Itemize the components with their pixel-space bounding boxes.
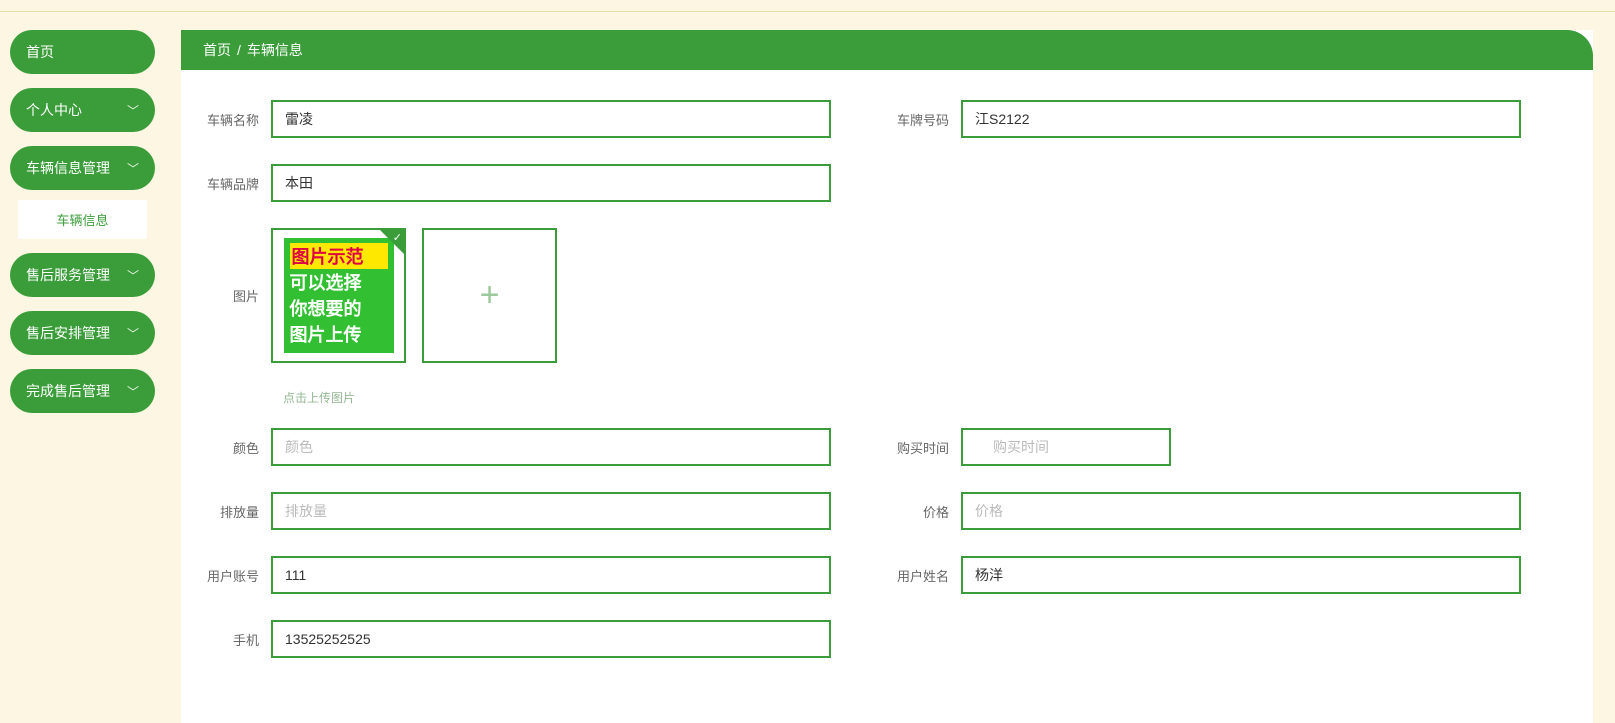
image-upload-add[interactable]: + — [422, 228, 557, 363]
nav-label: 售后安排管理 — [26, 323, 110, 343]
nav-home[interactable]: 首页 — [10, 30, 155, 74]
nav-sub-vehicle-info[interactable]: 车辆信息 — [18, 200, 147, 239]
label-color: 颜色 — [191, 438, 271, 457]
nav-aftersales-service-mgmt[interactable]: 售后服务管理 ﹀ — [10, 253, 155, 297]
nav-label: 车辆信息管理 — [26, 158, 110, 178]
phone-input[interactable] — [271, 620, 831, 658]
brand-input[interactable] — [271, 164, 831, 202]
image-thumbnail[interactable]: 图片示范 可以选择 你想要的 图片上传 — [271, 228, 406, 363]
nav-label: 售后服务管理 — [26, 265, 110, 285]
plus-icon: + — [480, 276, 500, 315]
label-brand: 车辆品牌 — [191, 174, 271, 193]
form: 车辆名称 车牌号码 车辆品牌 图片 — [181, 70, 1593, 694]
user-account-input[interactable] — [271, 556, 831, 594]
chevron-down-icon: ﹀ — [127, 160, 139, 177]
nav-personal-center[interactable]: 个人中心 ﹀ — [10, 88, 155, 132]
nav-vehicle-info-mgmt[interactable]: 车辆信息管理 ﹀ — [10, 146, 155, 190]
color-input[interactable] — [271, 428, 831, 466]
label-emission: 排放量 — [191, 502, 271, 521]
chevron-down-icon: ﹀ — [127, 267, 139, 284]
nav-label: 完成售后管理 — [26, 381, 110, 401]
label-user-name: 用户姓名 — [881, 566, 961, 585]
nav-aftersales-arrange-mgmt[interactable]: 售后安排管理 ﹀ — [10, 311, 155, 355]
breadcrumb-current: 车辆信息 — [247, 40, 303, 60]
label-price: 价格 — [881, 502, 961, 521]
plate-no-input[interactable] — [961, 100, 1521, 138]
label-plate-no: 车牌号码 — [881, 110, 961, 129]
label-user-account: 用户账号 — [191, 566, 271, 585]
nav-label: 个人中心 — [26, 100, 82, 120]
price-input[interactable] — [961, 492, 1521, 530]
nav-finish-aftersales-mgmt[interactable]: 完成售后管理 ﹀ — [10, 369, 155, 413]
vehicle-name-input[interactable] — [271, 100, 831, 138]
nav-label: 首页 — [26, 42, 54, 62]
breadcrumb: 首页 / 车辆信息 — [181, 30, 1593, 70]
label-image: 图片 — [191, 286, 271, 305]
breadcrumb-home[interactable]: 首页 — [203, 40, 231, 60]
emission-input[interactable] — [271, 492, 831, 530]
buy-time-input[interactable] — [961, 428, 1171, 466]
breadcrumb-sep: / — [237, 42, 241, 58]
upload-hint: 点击上传图片 — [283, 389, 1583, 406]
sidebar: 首页 个人中心 ﹀ 车辆信息管理 ﹀ 车辆信息 售后服务管理 ﹀ 售后安排管理 … — [0, 12, 165, 723]
label-phone: 手机 — [191, 630, 271, 649]
user-name-input[interactable] — [961, 556, 1521, 594]
label-buy-time: 购买时间 — [881, 438, 961, 457]
check-icon — [380, 230, 404, 254]
chevron-down-icon: ﹀ — [127, 102, 139, 119]
sample-image: 图片示范 可以选择 你想要的 图片上传 — [284, 238, 394, 353]
chevron-down-icon: ﹀ — [127, 325, 139, 342]
chevron-down-icon: ﹀ — [127, 383, 139, 400]
nav-sub-label: 车辆信息 — [56, 213, 108, 228]
label-vehicle-name: 车辆名称 — [191, 110, 271, 129]
main-panel: 首页 / 车辆信息 车辆名称 车牌号码 车辆品牌 — [181, 30, 1593, 723]
